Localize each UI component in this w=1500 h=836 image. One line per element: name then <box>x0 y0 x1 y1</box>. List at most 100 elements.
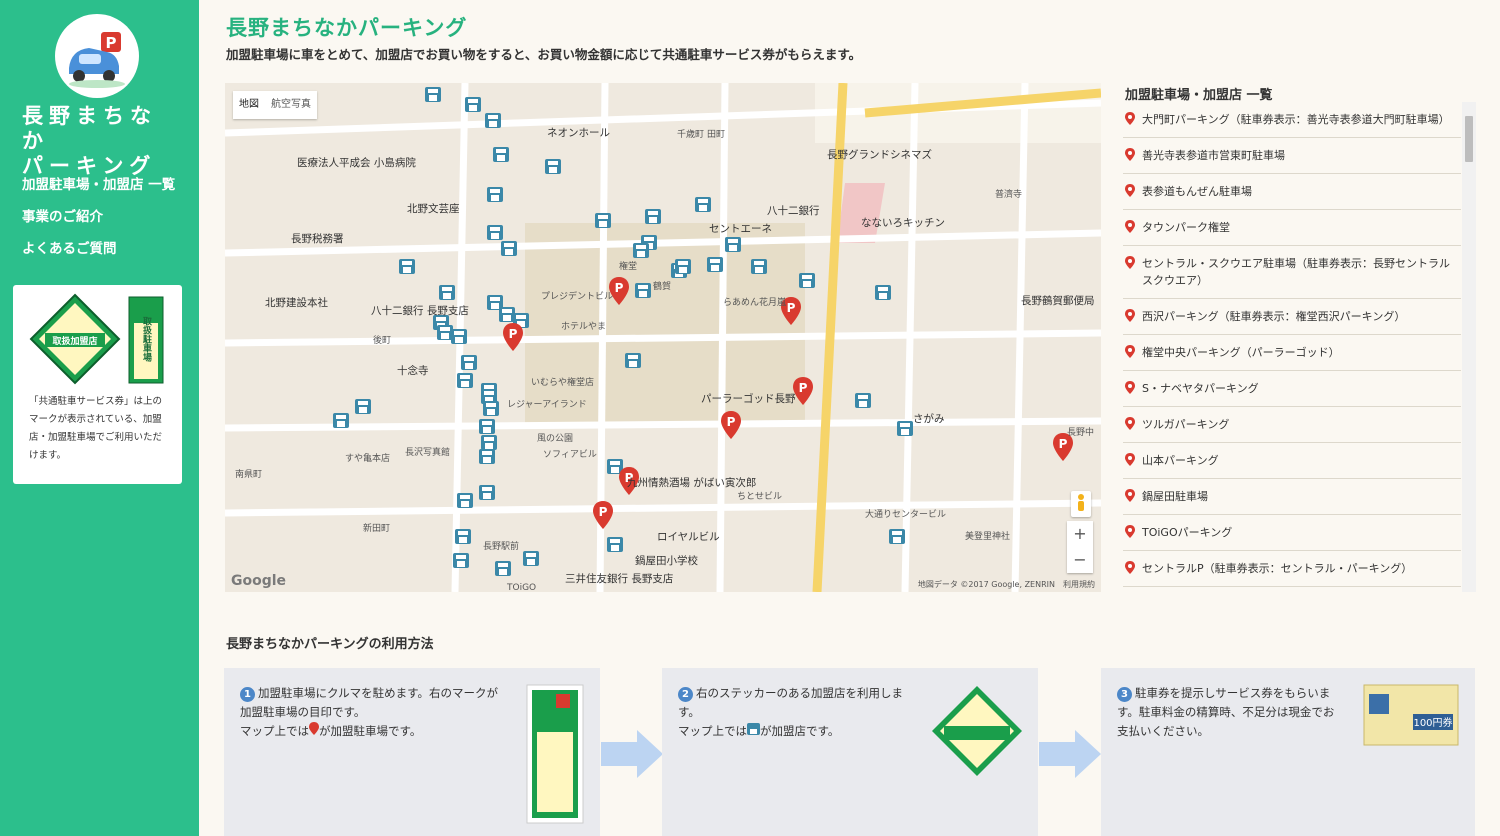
shop-icon[interactable] <box>875 285 891 300</box>
shop-icon[interactable] <box>499 307 515 322</box>
nav-faq[interactable]: よくあるご質問 <box>22 238 175 270</box>
list-item[interactable]: セントラル・スクウエア駐車場（駐車券表示：長野セントラルスクウエア） <box>1123 246 1461 299</box>
shop-icon[interactable] <box>695 197 711 212</box>
zoom-out-button[interactable]: − <box>1067 547 1093 573</box>
google-logo: Google <box>231 573 287 589</box>
svg-text:P: P <box>799 381 808 395</box>
shop-icon[interactable] <box>333 413 349 428</box>
shop-icon[interactable] <box>495 561 511 576</box>
nav-list[interactable]: 加盟駐車場・加盟店 一覧 <box>22 174 175 206</box>
shop-icon[interactable] <box>461 355 477 370</box>
map-label: 長野グランドシネマズ <box>827 149 932 161</box>
shop-icon[interactable] <box>485 113 501 128</box>
list-item[interactable]: 表参道もんぜん駐車場 <box>1123 174 1461 210</box>
list-item[interactable]: 第二駐車場 南石堂町商店街直営（駐車券表示：南石堂町商店街 <box>1123 587 1461 592</box>
parking-pin-icon <box>1125 417 1135 430</box>
shop-sticker-icon <box>932 686 1022 776</box>
shop-icon[interactable] <box>645 209 661 224</box>
shop-icon[interactable] <box>455 529 471 544</box>
street-view-icon[interactable] <box>1071 491 1091 517</box>
shop-icon[interactable] <box>487 187 503 202</box>
shop-icon[interactable] <box>481 435 497 450</box>
shop-icon[interactable] <box>399 259 415 274</box>
shop-icon[interactable] <box>607 537 623 552</box>
shop-icon[interactable] <box>465 97 481 112</box>
list-scrollbar[interactable] <box>1462 102 1476 592</box>
arrow-icon <box>1039 730 1101 778</box>
map-label: ネオンホール <box>547 127 610 139</box>
shop-icon[interactable] <box>707 257 723 272</box>
shop-icon[interactable] <box>545 159 561 174</box>
list-item[interactable]: 西沢パーキング（駐車券表示：権堂西沢パーキング） <box>1123 299 1461 335</box>
shop-icon[interactable] <box>675 259 691 274</box>
list-item[interactable]: TOiGOパーキング <box>1123 515 1461 551</box>
shop-icon[interactable] <box>439 285 455 300</box>
list-item[interactable]: 鍋屋田駐車場 <box>1123 479 1461 515</box>
tab-satellite[interactable]: 航空写真 <box>265 91 317 119</box>
logo-title[interactable]: 長野まちなか パーキング <box>22 104 182 179</box>
shop-icon[interactable] <box>725 237 741 252</box>
list-item[interactable]: S・ナベヤタパーキング <box>1123 371 1461 407</box>
shop-icon[interactable] <box>635 283 651 298</box>
shop-icon[interactable] <box>633 243 649 258</box>
parking-pin-icon <box>1125 112 1135 125</box>
shop-icon[interactable] <box>451 329 467 344</box>
shop-icon[interactable] <box>483 401 499 416</box>
shop-icon[interactable] <box>751 259 767 274</box>
map-label: 長沢写真館 <box>405 448 451 458</box>
sidebar: P 長野まちなか パーキング 加盟駐車場・加盟店 一覧 事業のご紹介 よくあるご… <box>0 0 199 836</box>
list-item[interactable]: 善光寺表参道市営東町駐車場 <box>1123 138 1461 174</box>
shop-icon[interactable] <box>487 225 503 240</box>
shop-icon <box>747 723 760 735</box>
list-item[interactable]: タウンパーク権堂 <box>1123 210 1461 246</box>
shop-icon[interactable] <box>479 419 495 434</box>
shop-icon[interactable] <box>855 393 871 408</box>
zoom-in-button[interactable]: + <box>1067 521 1093 547</box>
parking-pin-icon <box>1125 381 1135 394</box>
shop-icon[interactable] <box>425 87 441 102</box>
tab-map[interactable]: 地図 <box>233 91 265 119</box>
logo-icon[interactable]: P <box>55 14 139 98</box>
scrollbar-thumb[interactable] <box>1465 116 1473 162</box>
shop-icon[interactable] <box>453 553 469 568</box>
parking-pin-icon <box>1125 148 1135 161</box>
list-item-label: 権堂中央パーキング（パーラーゴッド） <box>1142 346 1340 359</box>
map-label: 田町 <box>707 130 726 140</box>
shop-icon[interactable] <box>625 353 641 368</box>
list-item[interactable]: ツルガパーキング <box>1123 407 1461 443</box>
step-2: 2 右のステッカーのある加盟店を利用しま す。 マップ上では が加盟店です。 <box>662 668 1038 836</box>
shop-icon[interactable] <box>889 529 905 544</box>
shop-icon[interactable] <box>457 493 473 508</box>
step-3: 3 駐車券を提示しサービス券をもらいま す。駐車料金の精算時、不足分は現金でお 支… <box>1101 668 1475 836</box>
shop-icon[interactable] <box>457 373 473 388</box>
shop-icon[interactable] <box>501 241 517 256</box>
shop-icon[interactable] <box>897 421 913 436</box>
step-2-number: 2 <box>678 687 693 702</box>
shop-icon[interactable] <box>523 551 539 566</box>
shop-icon[interactable] <box>799 273 815 288</box>
map-credit[interactable]: 地図データ ©2017 Google, ZENRIN 利用規約 <box>918 579 1095 590</box>
list-item[interactable]: 山本パーキング <box>1123 443 1461 479</box>
shop-icon[interactable] <box>479 485 495 500</box>
map-label: 美登里神社 <box>965 532 1011 542</box>
shop-icon[interactable] <box>437 325 453 340</box>
parking-list[interactable]: 大門町パーキング（駐車券表示：善光寺表参道大門町駐車場） 善光寺表参道市営東町駐車… <box>1120 102 1476 592</box>
map[interactable]: PPPPPPPP 地図 航空写真 医療法人平成会 小島病院 長野税務署 北野文芸座北… <box>225 83 1101 592</box>
shop-icon[interactable] <box>595 213 611 228</box>
list-item[interactable]: 権堂中央パーキング（パーラーゴッド） <box>1123 335 1461 371</box>
list-item[interactable]: セントラルP（駐車券表示：セントラル・パーキング） <box>1123 551 1461 587</box>
shop-icon[interactable] <box>479 449 495 464</box>
zoom-controls: + − <box>1067 521 1093 573</box>
svg-text:100円券: 100円券 <box>1413 716 1452 729</box>
step-1: 1 加盟駐車場にクルマを駐めます。右のマークが 加盟駐車場の目印です。 マップ上で… <box>224 668 600 836</box>
parking-pin-icon <box>1125 220 1135 233</box>
nav-about[interactable]: 事業のご紹介 <box>22 206 175 238</box>
map-label: 権堂 <box>619 262 638 272</box>
parking-pin-icon <box>1125 453 1135 466</box>
shop-icon[interactable] <box>355 399 371 414</box>
shop-icon[interactable] <box>493 147 509 162</box>
map-label: 八十二銀行 <box>767 205 820 217</box>
list-item-label: S・ナベヤタパーキング <box>1142 382 1259 395</box>
parking-pin-icon <box>1125 561 1135 574</box>
list-item[interactable]: 大門町パーキング（駐車券表示：善光寺表参道大門町駐車場） <box>1123 102 1461 138</box>
